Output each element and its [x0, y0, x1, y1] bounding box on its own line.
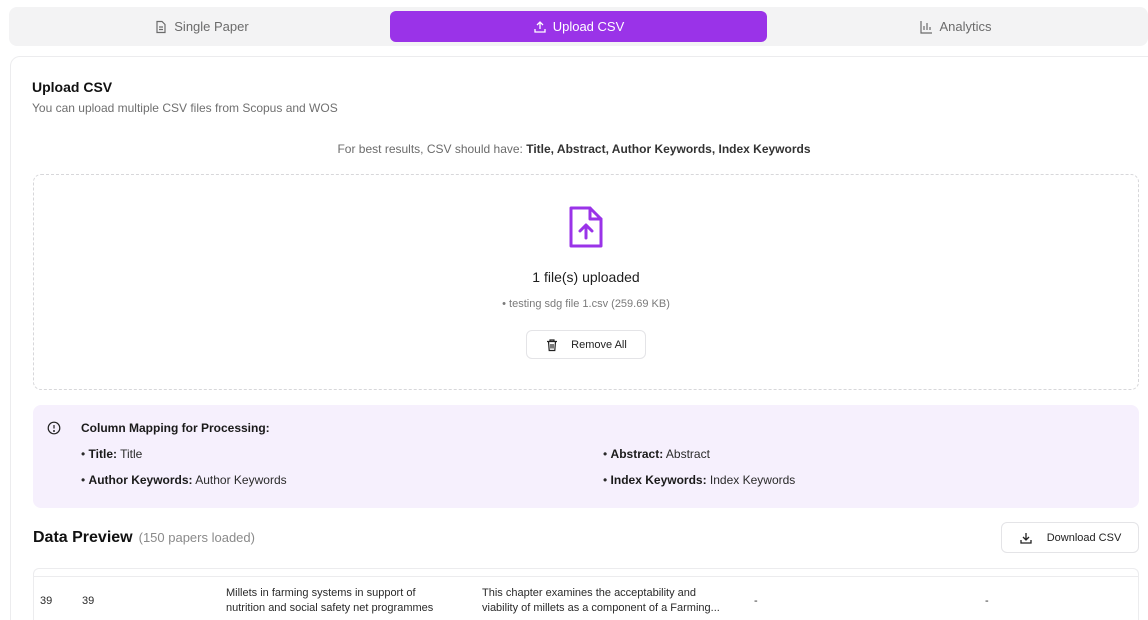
tab-label: Upload CSV [552, 19, 625, 34]
mapping-item-title: • Title: Title [81, 447, 143, 461]
mapping-key: Abstract: [610, 447, 664, 461]
preview-title-text: Data Preview [33, 529, 133, 546]
table-cell: 39 [40, 595, 53, 607]
abstract-line: This chapter examines the acceptability … [482, 587, 697, 599]
table-cell: - [985, 595, 989, 607]
title-line: Millets in farming systems in support of [226, 587, 416, 599]
preview-count: (150 papers loaded) [138, 530, 255, 545]
tab-label: Single Paper [174, 19, 249, 34]
remove-all-button[interactable]: Remove All [526, 330, 646, 359]
hint-prefix: For best results, CSV should have: [337, 142, 527, 156]
table-cell: 39 [82, 595, 95, 607]
file-upload-icon [566, 205, 606, 249]
tab-single-paper[interactable]: Single Paper [13, 11, 390, 42]
upload-icon [533, 20, 547, 34]
mapping-key: Author Keywords: [88, 473, 193, 487]
file-count: 1 file(s) uploaded [532, 269, 640, 285]
mapping-value: Index Keywords [709, 473, 796, 487]
bar-chart-icon [919, 20, 933, 34]
download-icon [1019, 531, 1033, 545]
table-cell-abstract: This chapter examines the acceptability … [482, 586, 722, 616]
info-icon [47, 421, 61, 435]
mapping-title: Column Mapping for Processing: [81, 421, 270, 435]
mapping-key: Index Keywords: [610, 473, 707, 487]
section-heading: Upload CSV [32, 79, 113, 95]
trash-icon [545, 338, 559, 352]
tab-label: Analytics [939, 19, 992, 34]
uploaded-file-entry: • testing sdg file 1.csv (259.69 KB) [502, 298, 670, 310]
title-line: nutrition and social safety net programm… [226, 602, 434, 614]
table-divider [34, 576, 1138, 577]
download-csv-button[interactable]: Download CSV [1001, 522, 1139, 553]
data-preview-title: Data Preview (150 papers loaded) [33, 529, 255, 547]
section-subheading: You can upload multiple CSV files from S… [32, 101, 338, 115]
mapping-item-abstract: • Abstract: Abstract [603, 447, 710, 461]
mapping-value: Abstract [665, 447, 710, 461]
tab-bar: Single Paper Upload CSV Analytics [9, 7, 1148, 46]
csv-hint: For best results, CSV should have: Title… [0, 142, 1148, 156]
table-cell-title: Millets in farming systems in support of… [226, 586, 466, 616]
table-cell: - [754, 595, 758, 607]
mapping-key: Title: [88, 447, 117, 461]
mapping-item-index-keywords: • Index Keywords: Index Keywords [603, 473, 796, 487]
download-csv-label: Download CSV [1046, 531, 1122, 544]
document-icon [154, 20, 168, 34]
remove-all-label: Remove All [571, 338, 627, 351]
mapping-item-author-keywords: • Author Keywords: Author Keywords [81, 473, 287, 487]
hint-fields: Title, Abstract, Author Keywords, Index … [526, 142, 811, 156]
tab-analytics[interactable]: Analytics [767, 11, 1144, 42]
mapping-value: Author Keywords [195, 473, 287, 487]
mapping-value: Title [120, 447, 143, 461]
abstract-line: viability of millets as a component of a… [482, 602, 720, 614]
tab-upload-csv[interactable]: Upload CSV [390, 11, 767, 42]
